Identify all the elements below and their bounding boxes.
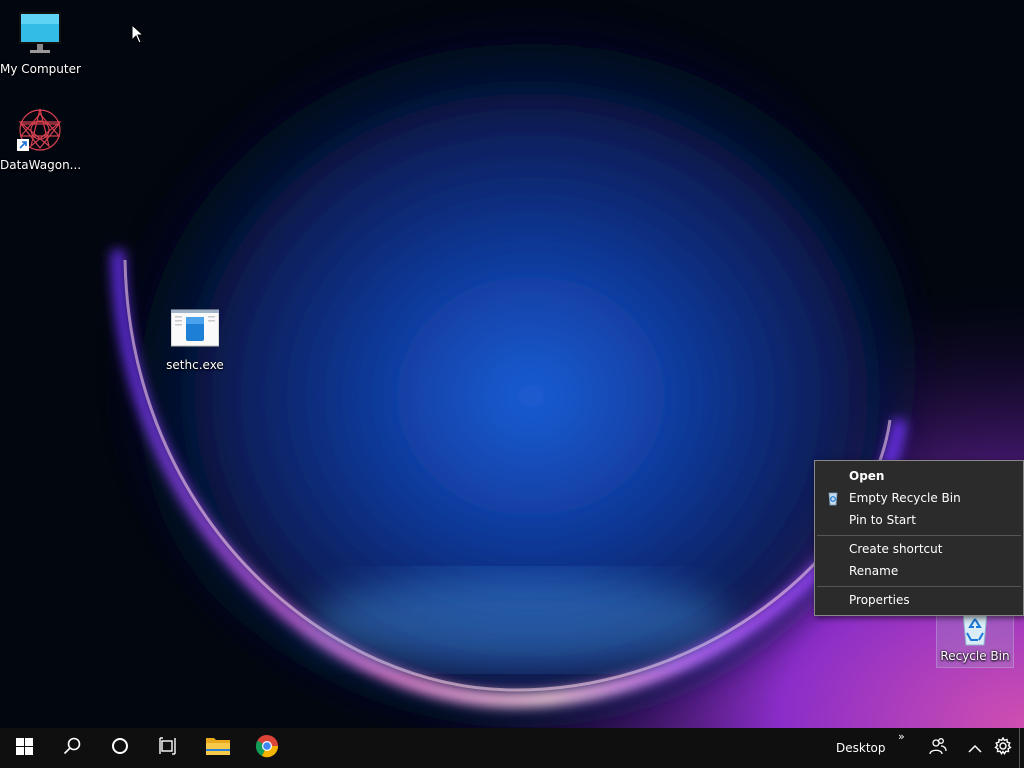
people-icon <box>929 737 947 759</box>
search-icon <box>63 737 81 759</box>
desktop-icon-sethc[interactable]: sethc.exe <box>155 306 235 373</box>
desktop-icon-label: sethc.exe <box>166 358 224 372</box>
show-desktop-strip[interactable] <box>1019 728 1020 768</box>
chrome-icon <box>255 734 279 762</box>
windows-start-icon <box>15 737 33 759</box>
menu-item-empty-recycle-bin[interactable]: Empty Recycle Bin <box>815 487 1023 509</box>
desktop-icon-recycle-bin[interactable]: Recycle Bin <box>936 610 1014 668</box>
cortana-icon <box>111 737 129 759</box>
executable-icon <box>170 306 220 354</box>
desktop-icon-my-computer[interactable]: My Computer <box>0 10 81 77</box>
toolbar-overflow-icon[interactable]: » <box>898 730 905 743</box>
people-button[interactable] <box>914 728 962 768</box>
menu-item-properties[interactable]: Properties <box>815 589 1023 611</box>
mouse-cursor-icon <box>131 23 145 48</box>
menu-separator <box>817 535 1021 536</box>
menu-item-label: Properties <box>849 593 910 607</box>
menu-item-label: Open <box>849 469 885 483</box>
desktop-icon-label: My Computer <box>0 62 81 76</box>
search-button[interactable] <box>48 728 96 768</box>
chrome-button[interactable] <box>243 728 291 768</box>
gear-icon <box>994 736 1012 759</box>
task-view-icon <box>159 737 177 759</box>
file-explorer-button[interactable] <box>194 728 242 768</box>
desktop-icon-label: Recycle Bin <box>940 649 1010 663</box>
menu-item-rename[interactable]: Rename <box>815 560 1023 582</box>
monitor-icon <box>16 10 64 58</box>
menu-item-label: Pin to Start <box>849 513 916 527</box>
task-view-button[interactable] <box>144 728 192 768</box>
context-menu: Open Empty Recycle Bin Pin to Start Crea… <box>814 460 1024 616</box>
settings-button[interactable] <box>988 728 1018 768</box>
desktop-toolbar-label[interactable]: Desktop <box>836 728 886 768</box>
recycle-bin-icon <box>951 611 999 647</box>
menu-item-label: Empty Recycle Bin <box>849 491 961 505</box>
menu-item-label: Create shortcut <box>849 542 943 556</box>
datawagon-logo-icon <box>16 106 64 154</box>
menu-item-open[interactable]: Open <box>815 465 1023 487</box>
desktop-icon-label: DataWagon... <box>0 158 82 172</box>
menu-item-pin-to-start[interactable]: Pin to Start <box>815 509 1023 531</box>
start-button[interactable] <box>0 728 48 768</box>
menu-item-label: Rename <box>849 564 899 578</box>
cortana-button[interactable] <box>96 728 144 768</box>
show-hidden-icons-button[interactable] <box>962 728 988 768</box>
taskbar: Desktop » <box>0 728 1024 768</box>
menu-separator <box>817 586 1021 587</box>
desktop-wallpaper <box>0 0 1024 728</box>
file-explorer-icon <box>205 735 231 761</box>
menu-item-create-shortcut[interactable]: Create shortcut <box>815 538 1023 560</box>
chevron-up-icon <box>968 739 982 758</box>
desktop-icon-datawagon[interactable]: DataWagon... <box>0 106 82 173</box>
